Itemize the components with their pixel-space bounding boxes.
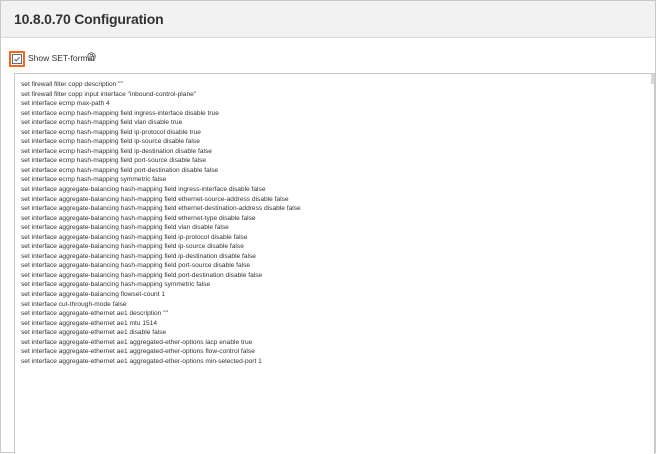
config-text-area[interactable]: set firewall filter copp description "" s… (14, 73, 655, 454)
panel-header: 10.8.0.70 Configuration (1, 1, 655, 38)
scrollbar[interactable] (651, 74, 654, 84)
config-line: set interface ecmp hash-mapping field ip… (21, 147, 212, 155)
config-line: set interface ecmp hash-mapping field po… (21, 166, 219, 174)
config-line: set interface ecmp max-path 4 (21, 100, 110, 108)
checkmark-icon (14, 56, 21, 62)
config-line: set interface aggregate-balancing hash-m… (21, 233, 248, 241)
config-line: set interface aggregate-ethernet ae1 des… (21, 310, 168, 318)
show-set-format-label[interactable]: Show SET-format (28, 53, 95, 63)
help-circle-icon[interactable] (87, 52, 96, 61)
config-line: set interface aggregate-ethernet ae1 dis… (21, 329, 167, 337)
config-line: set firewall filter copp description "" (21, 81, 123, 88)
config-line: set interface aggregate-ethernet ae1 mtu… (21, 319, 157, 327)
page-title: 10.8.0.70 Configuration (14, 11, 164, 27)
config-line: set interface ecmp hash-mapping field vl… (21, 119, 183, 127)
config-line: set interface aggregate-ethernet ae1 agg… (21, 348, 255, 356)
config-line: set interface aggregate-balancing hash-m… (21, 281, 211, 289)
config-line: set interface aggregate-balancing hash-m… (21, 252, 256, 260)
config-lines-list: set firewall filter copp description "" s… (15, 74, 654, 366)
config-line: set interface aggregate-balancing hash-m… (21, 262, 251, 270)
config-line: set interface aggregate-ethernet ae1 agg… (21, 338, 253, 346)
config-line: set interface aggregate-balancing hash-m… (21, 214, 256, 222)
config-line: set interface aggregate-balancing hash-m… (21, 271, 263, 279)
checkbox-box[interactable] (12, 54, 22, 64)
configuration-panel: 10.8.0.70 Configuration Show SET-format … (0, 0, 656, 454)
config-line: set interface aggregate-balancing hash-m… (21, 243, 244, 251)
config-line: set interface ecmp hash-mapping field po… (21, 157, 207, 165)
config-line: set interface aggregate-balancing hash-m… (21, 186, 266, 194)
config-line: set interface ecmp hash-mapping field ip… (21, 138, 200, 146)
show-set-format-checkbox[interactable] (9, 51, 25, 67)
config-line: set interface ecmp hash-mapping symmetri… (21, 176, 167, 184)
config-line: set interface aggregate-balancing hash-m… (21, 195, 289, 203)
config-line: set interface ecmp hash-mapping field in… (21, 109, 219, 117)
config-line: set interface aggregate-ethernet ae1 agg… (21, 357, 262, 365)
config-line: set interface aggregate-balancing hash-m… (21, 224, 229, 232)
format-toolbar: Show SET-format (1, 38, 655, 72)
config-line: set interface cut-through-mode false (21, 300, 127, 308)
config-line: set interface aggregate-balancing flowse… (21, 291, 166, 299)
config-line: set interface ecmp hash-mapping field ip… (21, 128, 201, 136)
config-line: set interface aggregate-balancing hash-m… (21, 205, 301, 213)
config-line: set firewall filter copp input interface… (21, 90, 197, 98)
